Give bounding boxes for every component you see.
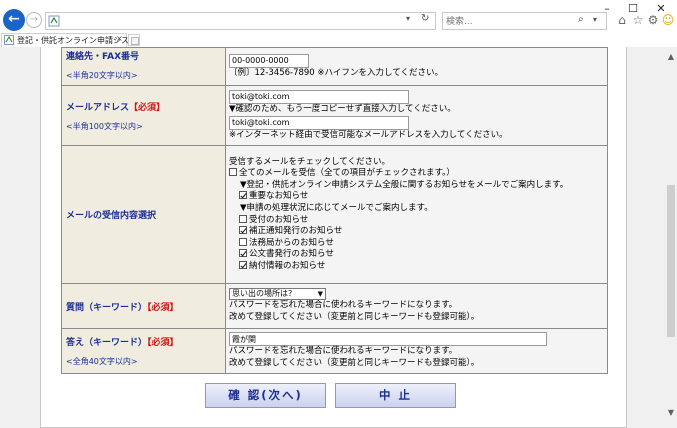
browser-tab[interactable]: 登記・供託オンライン申請シス... × — [1, 33, 137, 47]
mail-option[interactable]: 納付情報のお知らせ — [229, 260, 605, 273]
ie-page-icon — [48, 15, 60, 27]
mail-option-label: 納付情報のお知らせ — [249, 260, 326, 271]
question-hint-1: パスワードを忘れた場合に使われるキーワードになります。 — [229, 300, 458, 311]
mail-option-checkbox[interactable] — [239, 214, 247, 223]
smiley-feedback-icon[interactable]: ☺ — [661, 13, 675, 27]
question-hint-2: 改めて登録してください（変更前と同じキーワードも登録可能）。 — [229, 312, 480, 322]
favorites-star-icon[interactable]: ☆ — [631, 13, 645, 27]
scrollbar-thumb[interactable] — [667, 185, 675, 338]
email-input[interactable] — [229, 89, 409, 104]
confirm-next-button[interactable]: 確 認(次へ) — [205, 383, 326, 408]
fax-label-cell: 連絡先・FAX番号 <半角20文字以内> — [61, 47, 226, 86]
question-row: 質問（キーワード）【必須】 思い出の場所は? ▼ パスワードを忘れた場合に使われる… — [61, 283, 608, 329]
mail-option-checkbox[interactable] — [239, 226, 247, 235]
mail-option-checkbox[interactable] — [239, 249, 247, 258]
scroll-down-icon[interactable]: ▼ — [665, 408, 677, 417]
select-all-label: 全てのメールを受信（全ての項目がチェックされます。） — [239, 168, 455, 179]
email-value-cell: ▼確認のため、もう一度コピーせず直接入力してください。 ※インターネット経由で受… — [225, 85, 608, 146]
select-all-option[interactable]: 全てのメールを受信（全ての項目がチェックされます。） — [229, 168, 605, 180]
answer-hint-2: 改めて登録してください（変更前と同じキーワードも登録可能）。 — [229, 358, 480, 368]
mail-option[interactable]: 法務局からのお知らせ — [229, 237, 605, 250]
answer-label-line: 答え（キーワード）【必須】 — [66, 335, 225, 348]
answer-label-cell: 答え（キーワード）【必須】 <全角40文字以内> — [61, 328, 226, 374]
mail-select-label: メールの受信内容選択 — [66, 211, 157, 221]
content-panel: 連絡先・FAX番号 <半角20文字以内> 〔例〕12-3456-7890 ※ハイ… — [40, 47, 627, 428]
answer-hint-1: パスワードを忘れた場合に使われるキーワードになります。 — [229, 346, 458, 357]
forward-button[interactable]: → — [26, 12, 42, 28]
mail-option-label: 受付のお知らせ — [249, 214, 309, 225]
status-notice-options: 受付のお知らせ 補正通知発行のお知らせ 法務局からのお知らせ 公文書発行のお知らせ 納付… — [229, 214, 605, 273]
mail-option[interactable]: 補正通知発行のお知らせ — [229, 226, 605, 238]
select-all-checkbox[interactable] — [229, 168, 237, 177]
tab-page-icon — [4, 35, 14, 45]
address-dropdown-icon[interactable]: ▾ — [406, 14, 410, 23]
general-notice-heading: ▼登記・供託オンライン申請システム全般に関するお知らせをメールでご案内します。 — [240, 179, 569, 190]
fax-length-note: <半角20文字以内> — [66, 70, 138, 80]
question-select[interactable]: 思い出の場所は? ▼ — [229, 288, 326, 301]
email-receivable-hint: ※インターネット経由で受信可能なメールアドレスを入力してください。 — [229, 129, 508, 140]
mail-select-row: メールの受信内容選択 受信するメールをチェックしてください。 全てのメールを受信… — [61, 145, 608, 284]
fax-input[interactable] — [229, 53, 309, 68]
fax-row: 連絡先・FAX番号 <半角20文字以内> 〔例〕12-3456-7890 ※ハイ… — [61, 47, 608, 86]
chevron-down-icon: ▼ — [317, 290, 323, 299]
answer-row: 答え（キーワード）【必須】 <全角40文字以内> パスワードを忘れた場合に使われ… — [61, 328, 608, 374]
scroll-up-icon[interactable]: ▲ — [665, 52, 677, 61]
question-label: 質問（キーワード） — [66, 302, 148, 313]
status-notice-heading: ▼申請の処理状況に応じてメールでご案内します。 — [240, 202, 433, 213]
answer-required-badge: 【必須】 — [147, 338, 179, 348]
answer-length-note: <全角40文字以内> — [66, 357, 138, 366]
search-icon[interactable]: ⌕ — [578, 14, 584, 25]
mail-option-checkbox[interactable] — [239, 237, 247, 246]
general-notice-options: 重要なお知らせ — [229, 191, 605, 203]
refresh-icon[interactable]: ↻ — [421, 13, 429, 24]
search-dropdown-icon[interactable]: ▾ — [593, 15, 597, 24]
fax-label: 連絡先・FAX番号 — [66, 51, 140, 62]
mail-select-value-cell: 受信するメールをチェックしてください。 全てのメールを受信（全ての項目がチェック… — [225, 145, 608, 284]
search-input[interactable] — [446, 15, 566, 28]
answer-value-cell: パスワードを忘れた場合に使われるキーワードになります。 改めて登録してください（… — [225, 328, 608, 374]
gear-icon[interactable]: ⚙ — [646, 13, 660, 27]
search-box[interactable]: ⌕ ▾ — [442, 12, 607, 30]
page-viewport: 連絡先・FAX番号 <半角20文字以内> 〔例〕12-3456-7890 ※ハイ… — [0, 47, 665, 428]
email-confirm-hint: ▼確認のため、もう一度コピーせず直接入力してください。 — [229, 103, 456, 114]
mail-option[interactable]: 重要なお知らせ — [229, 191, 605, 203]
answer-input[interactable] — [229, 332, 547, 347]
browser-chrome: – ☐ ✕ ← → ▾ ↻ ⌕ ▾ ⌂ ☆ ⚙ ☺ 登記・供託オンライン申請シス… — [0, 0, 677, 47]
mail-option[interactable]: 公文書発行のお知らせ — [229, 249, 605, 261]
question-selected-value: 思い出の場所は? — [232, 289, 293, 299]
new-tab-button[interactable] — [128, 34, 140, 46]
mail-option-label: 重要なお知らせ — [249, 191, 309, 202]
back-button[interactable]: ← — [3, 9, 25, 31]
fax-value-cell: 〔例〕12-3456-7890 ※ハイフンを入力してください。 — [225, 47, 608, 86]
home-icon[interactable]: ⌂ — [615, 13, 629, 27]
email-label-line: メールアドレス【必須】 — [66, 100, 225, 113]
email-confirm-input[interactable] — [229, 115, 409, 130]
email-required-badge: 【必須】 — [129, 102, 166, 113]
mail-option[interactable]: 受付のお知らせ — [229, 214, 605, 227]
mail-select-intro: 受信するメールをチェックしてください。 — [229, 156, 390, 167]
question-label-cell: 質問（キーワード）【必須】 — [61, 283, 226, 329]
registration-form-table: 連絡先・FAX番号 <半角20文字以内> 〔例〕12-3456-7890 ※ハイ… — [61, 47, 608, 374]
email-label: メールアドレス — [66, 102, 130, 113]
question-value-cell: 思い出の場所は? ▼ パスワードを忘れた場合に使われるキーワードになります。 改め… — [225, 283, 608, 329]
tab-close-icon[interactable]: × — [116, 34, 123, 43]
answer-label: 答え（キーワード） — [66, 338, 148, 348]
cancel-button[interactable]: 中 止 — [335, 383, 456, 408]
mail-option-label: 公文書発行のお知らせ — [249, 249, 334, 260]
mail-option-label: 補正通知発行のお知らせ — [249, 226, 343, 237]
question-required-badge: 【必須】 — [147, 302, 179, 313]
email-label-cell: メールアドレス【必須】 <半角100文字以内> — [61, 85, 226, 146]
email-length-note: <半角100文字以内> — [66, 121, 143, 131]
mail-select-label-cell: メールの受信内容選択 — [61, 145, 226, 284]
vertical-scrollbar[interactable]: ▲ ▼ — [665, 47, 677, 428]
question-label-line: 質問（キーワード）【必須】 — [66, 300, 225, 313]
email-row: メールアドレス【必須】 <半角100文字以内> ▼確認のため、もう一度コピーせず… — [61, 85, 608, 146]
mail-option-checkbox[interactable] — [239, 260, 247, 269]
fax-hint: 〔例〕12-3456-7890 ※ハイフンを入力してください。 — [229, 67, 444, 78]
mail-option-label: 法務局からのお知らせ — [249, 237, 334, 248]
mail-option-checkbox[interactable] — [239, 191, 247, 200]
address-bar[interactable]: ▾ ↻ — [45, 12, 436, 30]
